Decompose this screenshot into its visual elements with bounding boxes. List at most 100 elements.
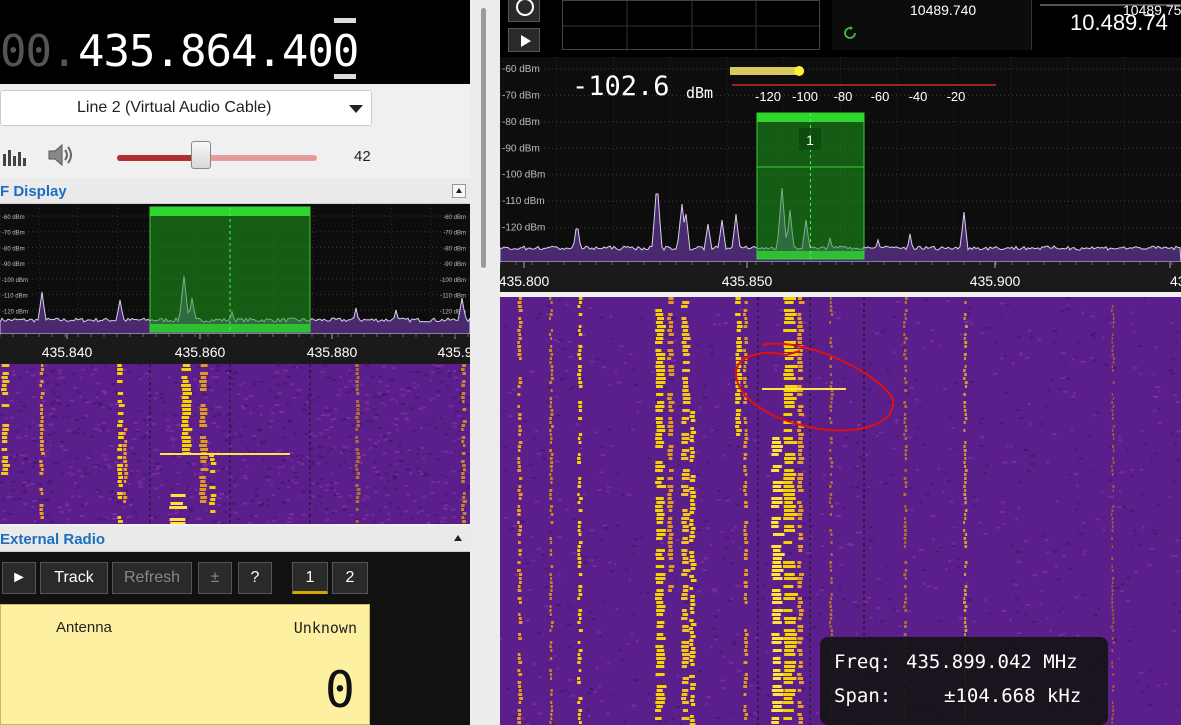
waterfall-trace <box>1 472 9 475</box>
waterfall-noise <box>38 483 42 486</box>
waterfall-trace <box>784 461 794 464</box>
refresh-icon[interactable] <box>843 26 857 40</box>
waterfall-trace <box>681 325 689 328</box>
waterfall-noise <box>18 376 23 379</box>
waterfall-noise <box>281 436 286 439</box>
waterfall-noise <box>838 585 842 588</box>
frequency-digit-up-marker[interactable] <box>334 18 356 23</box>
waterfall-noise <box>170 488 174 491</box>
waterfall-trace <box>578 405 582 408</box>
waterfall-noise <box>1015 598 1019 601</box>
waterfall-noise <box>373 395 378 398</box>
waterfall-noise <box>416 453 419 456</box>
waterfall-trace <box>577 677 581 680</box>
audio-device-select[interactable]: Line 2 (Virtual Audio Cable) <box>0 90 372 126</box>
level-scale-fill <box>730 67 800 75</box>
waterfall-noise <box>548 530 553 533</box>
waterfall-trace <box>667 449 673 452</box>
volume-slider-thumb[interactable] <box>191 141 211 169</box>
waterfall-trace <box>182 448 190 451</box>
waterfall-noise <box>135 513 139 516</box>
waterfall-noise <box>330 472 334 475</box>
waterfall-trace <box>550 565 554 568</box>
waterfall-noise <box>909 386 914 389</box>
waterfall-noise <box>194 488 198 491</box>
waterfall-noise <box>725 536 730 539</box>
if-display-header[interactable]: F Display <box>0 178 470 204</box>
waterfall-trace <box>549 397 553 400</box>
waterfall-trace <box>656 661 665 664</box>
if-spectrum-plot[interactable]: -60 dBm -60 dBm -70 dBm -70 dBm -80 dBm -80 d… <box>0 204 470 334</box>
collapse-up-icon[interactable] <box>452 184 466 198</box>
frequency-dim-prefix: 00. <box>0 26 77 77</box>
play-button[interactable] <box>508 28 540 52</box>
speaker-icon[interactable] <box>46 143 74 167</box>
collapse-up-icon[interactable] <box>454 535 462 541</box>
waterfall-noise <box>296 389 302 392</box>
record-button[interactable] <box>508 0 540 22</box>
frequency-digit-down-marker[interactable] <box>334 74 356 79</box>
waterfall-noise <box>801 596 805 599</box>
waterfall-trace <box>797 357 802 360</box>
waterfall-trace <box>1112 685 1115 688</box>
waterfall-trace <box>735 421 742 424</box>
waterfall-noise <box>342 505 348 508</box>
waterfall-trace <box>963 377 966 380</box>
chevron-down-icon[interactable] <box>349 105 363 113</box>
pane-divider[interactable] <box>470 0 500 725</box>
waterfall-noise <box>930 482 934 485</box>
main-spectrum-plot[interactable]: -60 dBm -70 dBm -80 dBm -90 dBm -100 dBm -110… <box>500 57 1181 262</box>
waterfall-noise <box>628 353 633 356</box>
level-scale-label: -120 <box>755 89 781 104</box>
waterfall-trace <box>743 453 748 456</box>
waterfall-noise <box>640 536 643 539</box>
refresh-button[interactable]: Refresh <box>112 562 192 594</box>
waterfall-noise <box>1134 571 1139 574</box>
waterfall-noise <box>198 472 204 475</box>
frequency-display[interactable]: 00. 435.864.400 <box>0 0 470 84</box>
dbm-label-left: -80 dBm <box>2 246 25 252</box>
radio-1-button[interactable]: 1 <box>292 562 328 594</box>
waterfall-trace <box>797 325 803 328</box>
waterfall-noise <box>281 501 287 504</box>
waterfall-trace <box>170 522 186 524</box>
waterfall-noise <box>187 485 190 488</box>
waterfall-trace <box>736 429 742 432</box>
level-bars-icon[interactable] <box>3 148 29 166</box>
waterfall-trace <box>518 493 523 496</box>
frequency-value[interactable]: 435.864.400 <box>78 26 359 77</box>
waterfall-trace <box>550 621 554 624</box>
track-button[interactable]: Track <box>40 562 108 594</box>
waterfall-noise <box>592 565 598 568</box>
waterfall-noise <box>378 427 383 430</box>
waterfall-trace <box>682 349 689 352</box>
waterfall-noise <box>168 376 172 379</box>
waterfall-trace <box>682 585 689 588</box>
waterfall-noise <box>82 432 87 435</box>
waterfall-noise <box>886 565 890 568</box>
waterfall-trace <box>1111 349 1114 352</box>
waterfall-noise <box>915 322 920 325</box>
waterfall-noise <box>286 403 290 406</box>
radio-2-button[interactable]: 2 <box>332 562 368 594</box>
external-radio-header[interactable]: External Radio <box>0 526 470 552</box>
waterfall-noise <box>1009 619 1013 622</box>
waterfall-trace <box>2 424 10 427</box>
waterfall-noise <box>788 552 794 555</box>
waterfall-noise <box>429 399 433 402</box>
waterfall-trace <box>963 621 967 624</box>
waterfall-noise <box>616 473 619 476</box>
volume-slider[interactable] <box>117 155 317 161</box>
main-waterfall[interactable]: Freq: 435.899.042 MHz Span: ±104.668 kHz <box>500 297 1181 725</box>
help-button[interactable]: ? <box>238 562 272 594</box>
waterfall-noise <box>316 418 321 421</box>
waterfall-noise <box>193 473 197 476</box>
plus-minus-button[interactable]: ± <box>198 562 232 594</box>
waterfall-trace <box>577 501 581 504</box>
waterfall-trace <box>200 460 207 463</box>
waterfall-noise <box>226 372 230 375</box>
waterfall-trace <box>682 689 689 692</box>
if-waterfall[interactable] <box>0 364 470 524</box>
play-button[interactable]: ► <box>2 562 36 594</box>
vertical-scrollbar[interactable] <box>481 8 486 268</box>
